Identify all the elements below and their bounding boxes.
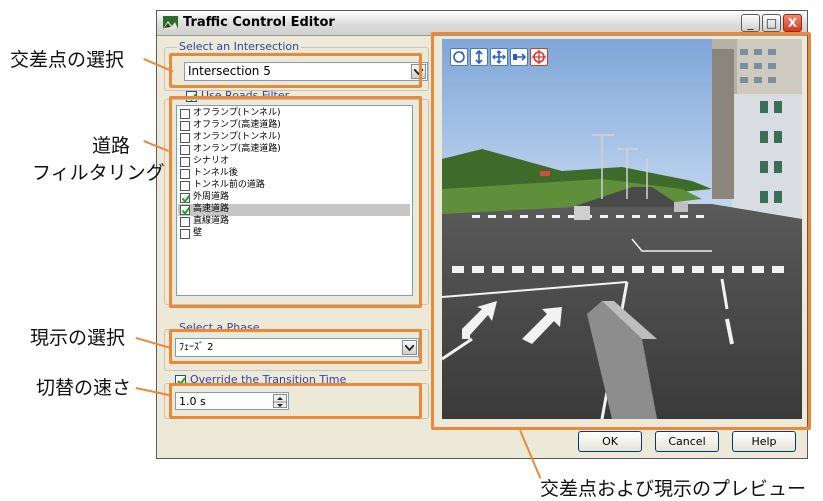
chevron-down-icon[interactable] [402,340,417,355]
checkbox[interactable] [180,109,190,119]
transition-time-input[interactable]: 1.0 s [175,392,289,410]
callout-intersection: 交差点の選択 [10,49,125,71]
dolly-icon[interactable] [510,48,528,66]
checkbox[interactable] [180,169,190,179]
intersection-preview[interactable] [442,39,802,419]
minimize-button[interactable]: _ [741,14,760,32]
pan-icon[interactable] [490,48,508,66]
roads-filter-list[interactable]: オフランプ(トンネル) オフランプ(高速道路) オンランプ(トンネル) オンラン… [176,105,413,296]
checkbox[interactable] [180,145,190,155]
checkbox[interactable] [180,205,191,216]
callout-phase: 現示の選択 [30,327,126,349]
phase-select-value: ﾌｪｰｽﾞ 2 [179,342,214,353]
checkbox[interactable] [180,193,191,204]
phase-group-label: Select a Phase [177,321,262,334]
window-title: Traffic Control Editor [183,15,335,30]
callout-speed: 切替の速さ [36,377,132,399]
move-up-down-icon[interactable] [470,48,488,66]
intersection-select[interactable]: Intersection 5 [184,62,428,81]
preview-scene [442,39,802,419]
checkbox[interactable] [180,229,190,239]
reset-view-icon[interactable] [530,48,548,66]
list-item[interactable]: 直線道路 [178,216,410,228]
list-item[interactable]: 壁 [178,228,410,240]
app-icon [163,16,178,29]
transition-time-value: 1.0 s [179,395,206,408]
checkbox[interactable] [180,121,190,131]
title-bar[interactable]: Traffic Control Editor _ □ X [157,11,807,36]
checkbox[interactable] [180,157,190,167]
phase-select[interactable]: ﾌｪｰｽﾞ 2 [175,338,419,357]
maximize-button[interactable]: □ [762,14,781,32]
ok-button[interactable]: OK [578,431,642,452]
callout-filter-line2: フィルタリング [32,162,165,184]
checkbox[interactable] [180,181,190,191]
checkbox[interactable] [180,133,190,143]
intersection-group-label: Select an Intersection [177,40,302,53]
checkbox[interactable] [180,217,190,227]
cancel-button[interactable]: Cancel [655,431,719,452]
chevron-down-icon[interactable] [411,64,426,79]
rotate-view-icon[interactable] [450,48,468,66]
close-button[interactable]: X [783,14,802,32]
help-button[interactable]: Help [732,431,796,452]
callout-filter-line1: 道路 [92,135,131,157]
spinner-icon[interactable] [273,394,287,408]
callout-preview: 交差点および現示のプレビュー [540,478,807,500]
intersection-select-value: Intersection 5 [188,64,271,78]
